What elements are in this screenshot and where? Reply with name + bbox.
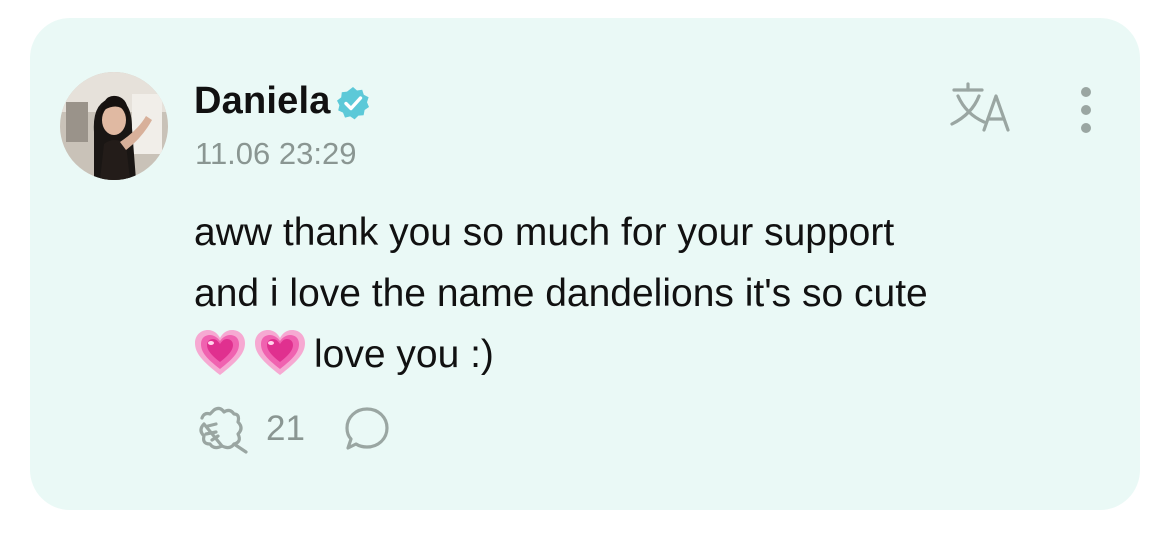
post-actions: 21: [192, 404, 391, 454]
post-timestamp: 11.06 23:29: [195, 136, 357, 171]
like-paw-icon: [199, 406, 248, 454]
avatar-photo: [60, 72, 168, 180]
avatar[interactable]: [60, 72, 168, 180]
translate-button[interactable]: [948, 82, 1014, 136]
post-text-line: aww thank you so much for your support: [194, 211, 895, 254]
author-row: Daniela: [194, 78, 371, 124]
growing-heart-emoji: [254, 329, 306, 377]
post-card: Daniela 11.06 23:29 aww thank you so muc…: [30, 18, 1140, 510]
post-text-line-with-emoji: love you :): [194, 324, 1094, 385]
like-button[interactable]: [192, 404, 250, 454]
post-text-line: and i love the name dandelions it's so c…: [194, 272, 928, 315]
post-text-line: love you :): [314, 333, 494, 376]
growing-heart-emoji: [194, 329, 246, 377]
verified-badge-icon: [335, 85, 371, 121]
comment-bubble-icon: [345, 407, 389, 450]
more-vertical-icon: [1081, 87, 1091, 133]
comment-button[interactable]: [343, 405, 391, 453]
like-count: 21: [266, 409, 305, 448]
post-body: aww thank you so much for your support a…: [194, 202, 1094, 385]
author-name[interactable]: Daniela: [194, 80, 331, 123]
more-options-button[interactable]: [1070, 84, 1102, 140]
translate-icon: [950, 82, 1010, 132]
